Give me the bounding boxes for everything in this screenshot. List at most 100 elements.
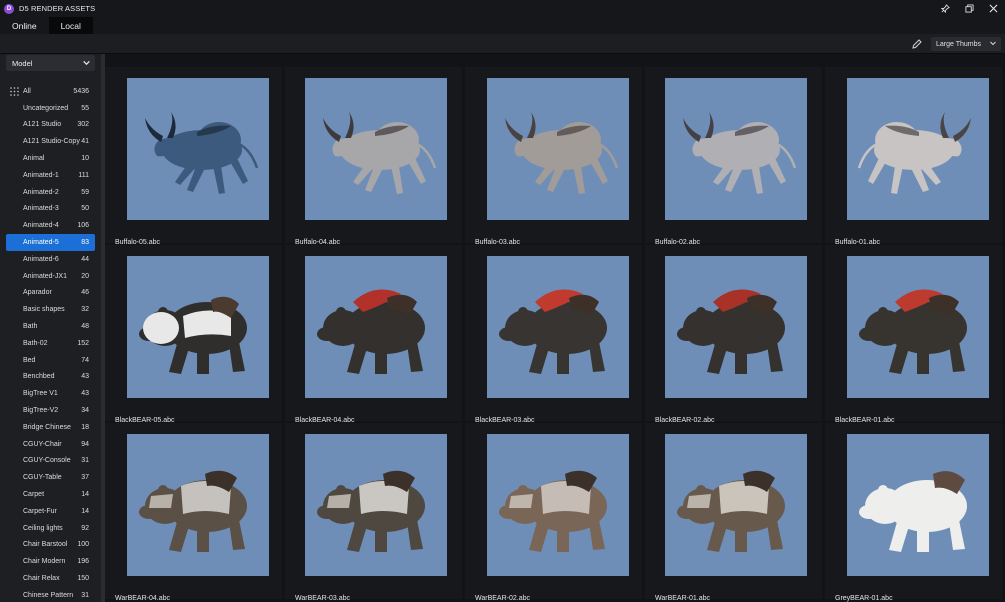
asset-card[interactable]: WarBEAR-01.abc [645, 423, 822, 602]
asset-card[interactable]: Buffalo-05.abc [105, 67, 282, 246]
sidebar-category-item[interactable]: Uncategorized 55 [6, 100, 95, 117]
view-mode-select[interactable]: Large Thumbs [931, 37, 1001, 51]
category-label: Uncategorized [23, 104, 69, 112]
asset-card[interactable]: Buffalo-04.abc [285, 67, 462, 246]
sidebar-category-item[interactable]: Aparador 46 [6, 285, 95, 302]
category-label: Animated-5 [23, 239, 59, 247]
sidebar-category-item[interactable]: CGUY-Chair 94 [6, 436, 95, 453]
sidebar-category-item[interactable]: CGUY-Table 37 [6, 469, 95, 486]
sidebar-category-item[interactable]: Animated-3 50 [6, 201, 95, 218]
sidebar-category-item[interactable]: Chair Relax 150 [6, 570, 95, 587]
sidebar-category-item[interactable]: Basic shapes 32 [6, 301, 95, 318]
asset-thumbnail [305, 434, 447, 576]
category-count: 32 [81, 306, 89, 314]
sidebar-category-item[interactable]: Bath-02 152 [6, 335, 95, 352]
chevron-down-icon [989, 39, 997, 49]
sidebar-category-item[interactable]: Chair Barstool 100 [6, 537, 95, 554]
asset-card[interactable]: BlackBEAR-03.abc [465, 245, 642, 424]
asset-thumbnail [847, 434, 989, 576]
asset-card[interactable]: WarBEAR-04.abc [105, 423, 282, 602]
sidebar-category-item[interactable]: Animated-JX1 20 [6, 268, 95, 285]
category-count: 150 [77, 575, 89, 582]
asset-thumbnail [665, 78, 807, 220]
sidebar-category-item[interactable]: Animated-1 111 [6, 167, 95, 184]
sidebar-category-item[interactable]: BigTree-V2 34 [6, 402, 95, 419]
category-count: 111 [78, 171, 89, 179]
sidebar-category-item[interactable]: Animated-4 106 [6, 217, 95, 234]
sidebar-category-item[interactable]: Bridge Chinese 18 [6, 419, 95, 436]
category-label: Animated-JX1 [23, 272, 67, 280]
sidebar-category-item[interactable]: BigTree V1 43 [6, 385, 95, 402]
sidebar-category-item[interactable]: Chair Modern 196 [6, 553, 95, 570]
close-icon[interactable] [981, 0, 1005, 17]
tab-online[interactable]: Online [0, 17, 49, 34]
sidebar-category-item[interactable]: Carpet-Fur 14 [6, 503, 95, 520]
asset-card[interactable]: GreyBEAR-01.abc [825, 423, 1002, 602]
asset-type-select[interactable]: Model [6, 55, 95, 71]
category-count: 48 [81, 323, 89, 331]
category-label: CGUY-Chair [23, 440, 62, 448]
sidebar-category-item[interactable]: CGUY-Console 31 [6, 453, 95, 470]
category-label: Animated-2 [23, 188, 59, 196]
sidebar-category-item[interactable]: Chinese Pattern 31 [6, 587, 95, 602]
sidebar-category-item[interactable]: Bed 74 [6, 352, 95, 369]
category-count: 74 [81, 356, 89, 364]
asset-thumbnail [127, 78, 269, 220]
asset-thumbnail [847, 256, 989, 398]
category-label: BigTree V1 [23, 390, 58, 398]
category-label: Bath [23, 323, 38, 331]
asset-card[interactable]: BlackBEAR-02.abc [645, 245, 822, 424]
category-label: Benchbed [23, 373, 55, 381]
asset-name: WarBEAR-04.abc [115, 595, 170, 602]
sidebar-category-item[interactable]: Animal 10 [6, 150, 95, 167]
category-count: 41 [81, 138, 89, 146]
category-count: 31 [81, 457, 89, 465]
category-label: Bridge Chinese [23, 423, 71, 431]
category-count: 14 [81, 507, 89, 515]
asset-card[interactable]: BlackBEAR-01.abc [825, 245, 1002, 424]
category-label: Ceiling lights [23, 524, 63, 532]
sidebar-category-item[interactable]: Animated-2 59 [6, 184, 95, 201]
asset-card[interactable]: Buffalo-03.abc [465, 67, 642, 246]
category-count: 10 [81, 155, 89, 163]
category-count: 43 [81, 373, 89, 381]
category-count: 106 [77, 222, 89, 230]
sidebar-category-item[interactable]: Benchbed 43 [6, 369, 95, 386]
pin-icon[interactable] [933, 0, 957, 17]
category-count: 43 [81, 390, 89, 398]
edit-pencil-icon[interactable] [911, 38, 923, 50]
tab-local[interactable]: Local [48, 17, 93, 34]
sidebar-category-item[interactable]: Animated-6 44 [6, 251, 95, 268]
category-label: A121 Studio-Copy [23, 138, 80, 146]
category-count: 37 [81, 474, 89, 482]
restore-window-icon[interactable] [957, 0, 981, 17]
category-label: Animated-3 [23, 205, 59, 213]
sidebar-category-item[interactable]: Animated-5 83 [6, 234, 95, 251]
category-count: 18 [81, 423, 89, 431]
asset-grid: Buffalo-05.abc Buffalo-04.abc Buffalo-03.a… [105, 54, 1005, 602]
sidebar-category-item[interactable]: A121 Studio-Copy 41 [6, 133, 95, 150]
asset-card[interactable]: BlackBEAR-04.abc [285, 245, 462, 424]
category-count: 100 [77, 541, 89, 549]
sidebar-category-item[interactable]: All 5436 [6, 83, 95, 100]
asset-card[interactable]: Buffalo-01.abc [825, 67, 1002, 246]
category-label: CGUY-Console [23, 457, 71, 465]
asset-type-label: Model [12, 58, 33, 68]
sidebar-category-item[interactable]: A121 Studio 302 [6, 117, 95, 134]
category-label: Basic shapes [23, 306, 65, 314]
asset-card[interactable]: BlackBEAR-05.abc [105, 245, 282, 424]
asset-card[interactable]: Buffalo-02.abc [645, 67, 822, 246]
sidebar: Model All 5436 Uncategorized 55 A121 Studio 3… [0, 54, 101, 602]
asset-card[interactable]: WarBEAR-03.abc [285, 423, 462, 602]
category-label: Animated-1 [23, 171, 59, 179]
app-logo-icon: D [4, 3, 14, 14]
category-count: 34 [81, 407, 89, 415]
category-count: 83 [81, 239, 89, 247]
category-label: Chair Modern [23, 558, 66, 566]
asset-card[interactable]: WarBEAR-02.abc [465, 423, 642, 602]
sidebar-category-item[interactable]: Ceiling lights 92 [6, 520, 95, 537]
sidebar-category-item[interactable]: Bath 48 [6, 318, 95, 335]
category-label: A121 Studio [23, 121, 62, 129]
sidebar-category-item[interactable]: Carpet 14 [6, 486, 95, 503]
category-label: Chinese Pattern [23, 591, 74, 599]
